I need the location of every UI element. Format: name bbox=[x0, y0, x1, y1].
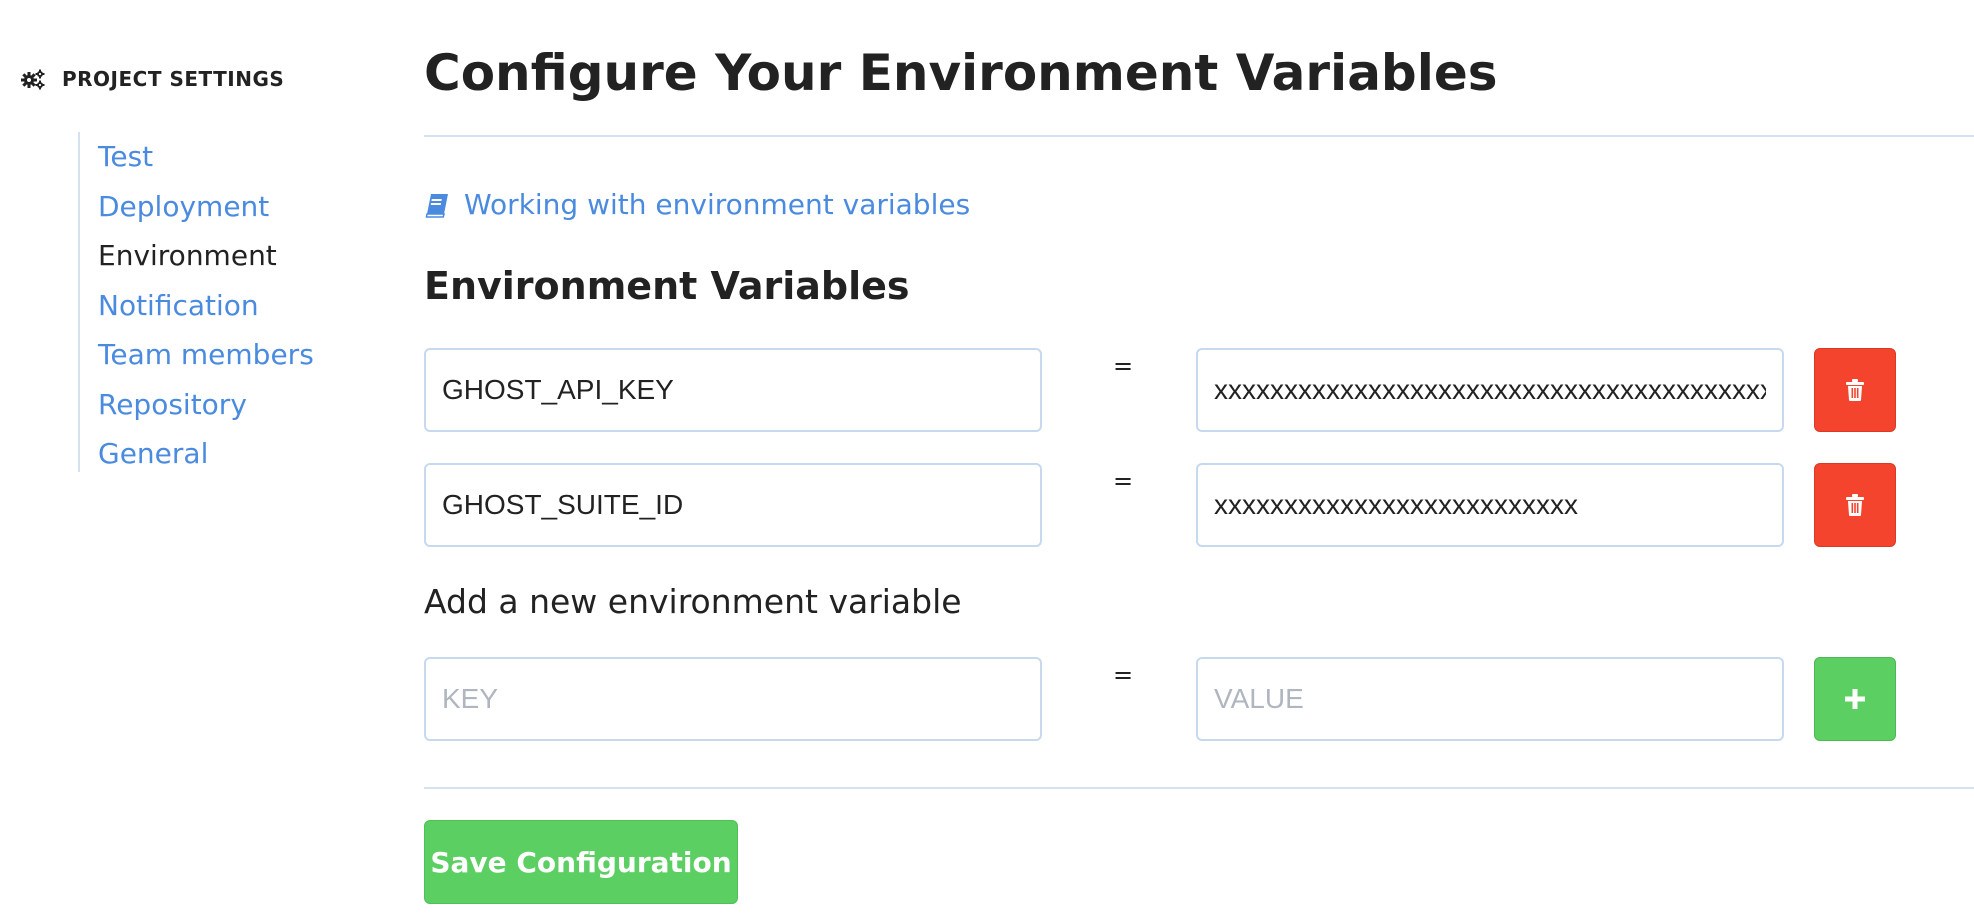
equals-sign: = bbox=[1112, 467, 1134, 495]
page-title: Configure Your Environment Variables bbox=[424, 44, 1498, 102]
plus-icon bbox=[1845, 689, 1865, 709]
env-variable-row: = bbox=[424, 463, 1904, 547]
sidebar-item-notification[interactable]: Notification bbox=[98, 289, 380, 339]
sidebar-nav: Test Deployment Environment Notification… bbox=[78, 132, 380, 472]
sidebar-header: PROJECT SETTINGS bbox=[20, 64, 380, 94]
env-value-input[interactable] bbox=[1196, 463, 1784, 547]
new-key-input[interactable] bbox=[424, 657, 1042, 741]
new-variable-row: = bbox=[424, 657, 1904, 741]
env-key-input[interactable] bbox=[424, 348, 1042, 432]
add-variable-button[interactable] bbox=[1814, 657, 1896, 741]
docs-link[interactable]: Working with environment variables bbox=[424, 188, 970, 221]
section-title: Environment Variables bbox=[424, 264, 910, 308]
delete-variable-button[interactable] bbox=[1814, 463, 1896, 547]
new-value-input[interactable] bbox=[1196, 657, 1784, 741]
sidebar-header-label: PROJECT SETTINGS bbox=[62, 67, 285, 91]
sidebar-item-deployment[interactable]: Deployment bbox=[98, 190, 380, 240]
sidebar-item-test[interactable]: Test bbox=[98, 140, 380, 190]
sidebar-item-team-members[interactable]: Team members bbox=[98, 338, 380, 388]
save-configuration-button[interactable]: Save Configuration bbox=[424, 820, 738, 904]
env-value-input[interactable] bbox=[1196, 348, 1784, 432]
gears-icon bbox=[21, 69, 45, 90]
sidebar-item-environment[interactable]: Environment bbox=[98, 239, 380, 289]
trash-icon bbox=[1846, 379, 1864, 401]
sidebar-item-repository[interactable]: Repository bbox=[98, 388, 380, 438]
delete-variable-button[interactable] bbox=[1814, 348, 1896, 432]
book-icon bbox=[425, 193, 448, 218]
env-key-input[interactable] bbox=[424, 463, 1042, 547]
docs-link-label: Working with environment variables bbox=[464, 188, 971, 221]
add-variable-title: Add a new environment variable bbox=[424, 582, 962, 621]
trash-icon bbox=[1846, 494, 1864, 516]
form-divider bbox=[424, 787, 1974, 789]
sidebar-item-general[interactable]: General bbox=[98, 437, 380, 487]
title-divider bbox=[424, 135, 1974, 137]
project-settings-sidebar: PROJECT SETTINGS Test Deployment Environ… bbox=[20, 64, 380, 472]
equals-sign: = bbox=[1112, 352, 1134, 380]
equals-sign: = bbox=[1112, 661, 1134, 689]
env-variable-row: = bbox=[424, 348, 1904, 432]
